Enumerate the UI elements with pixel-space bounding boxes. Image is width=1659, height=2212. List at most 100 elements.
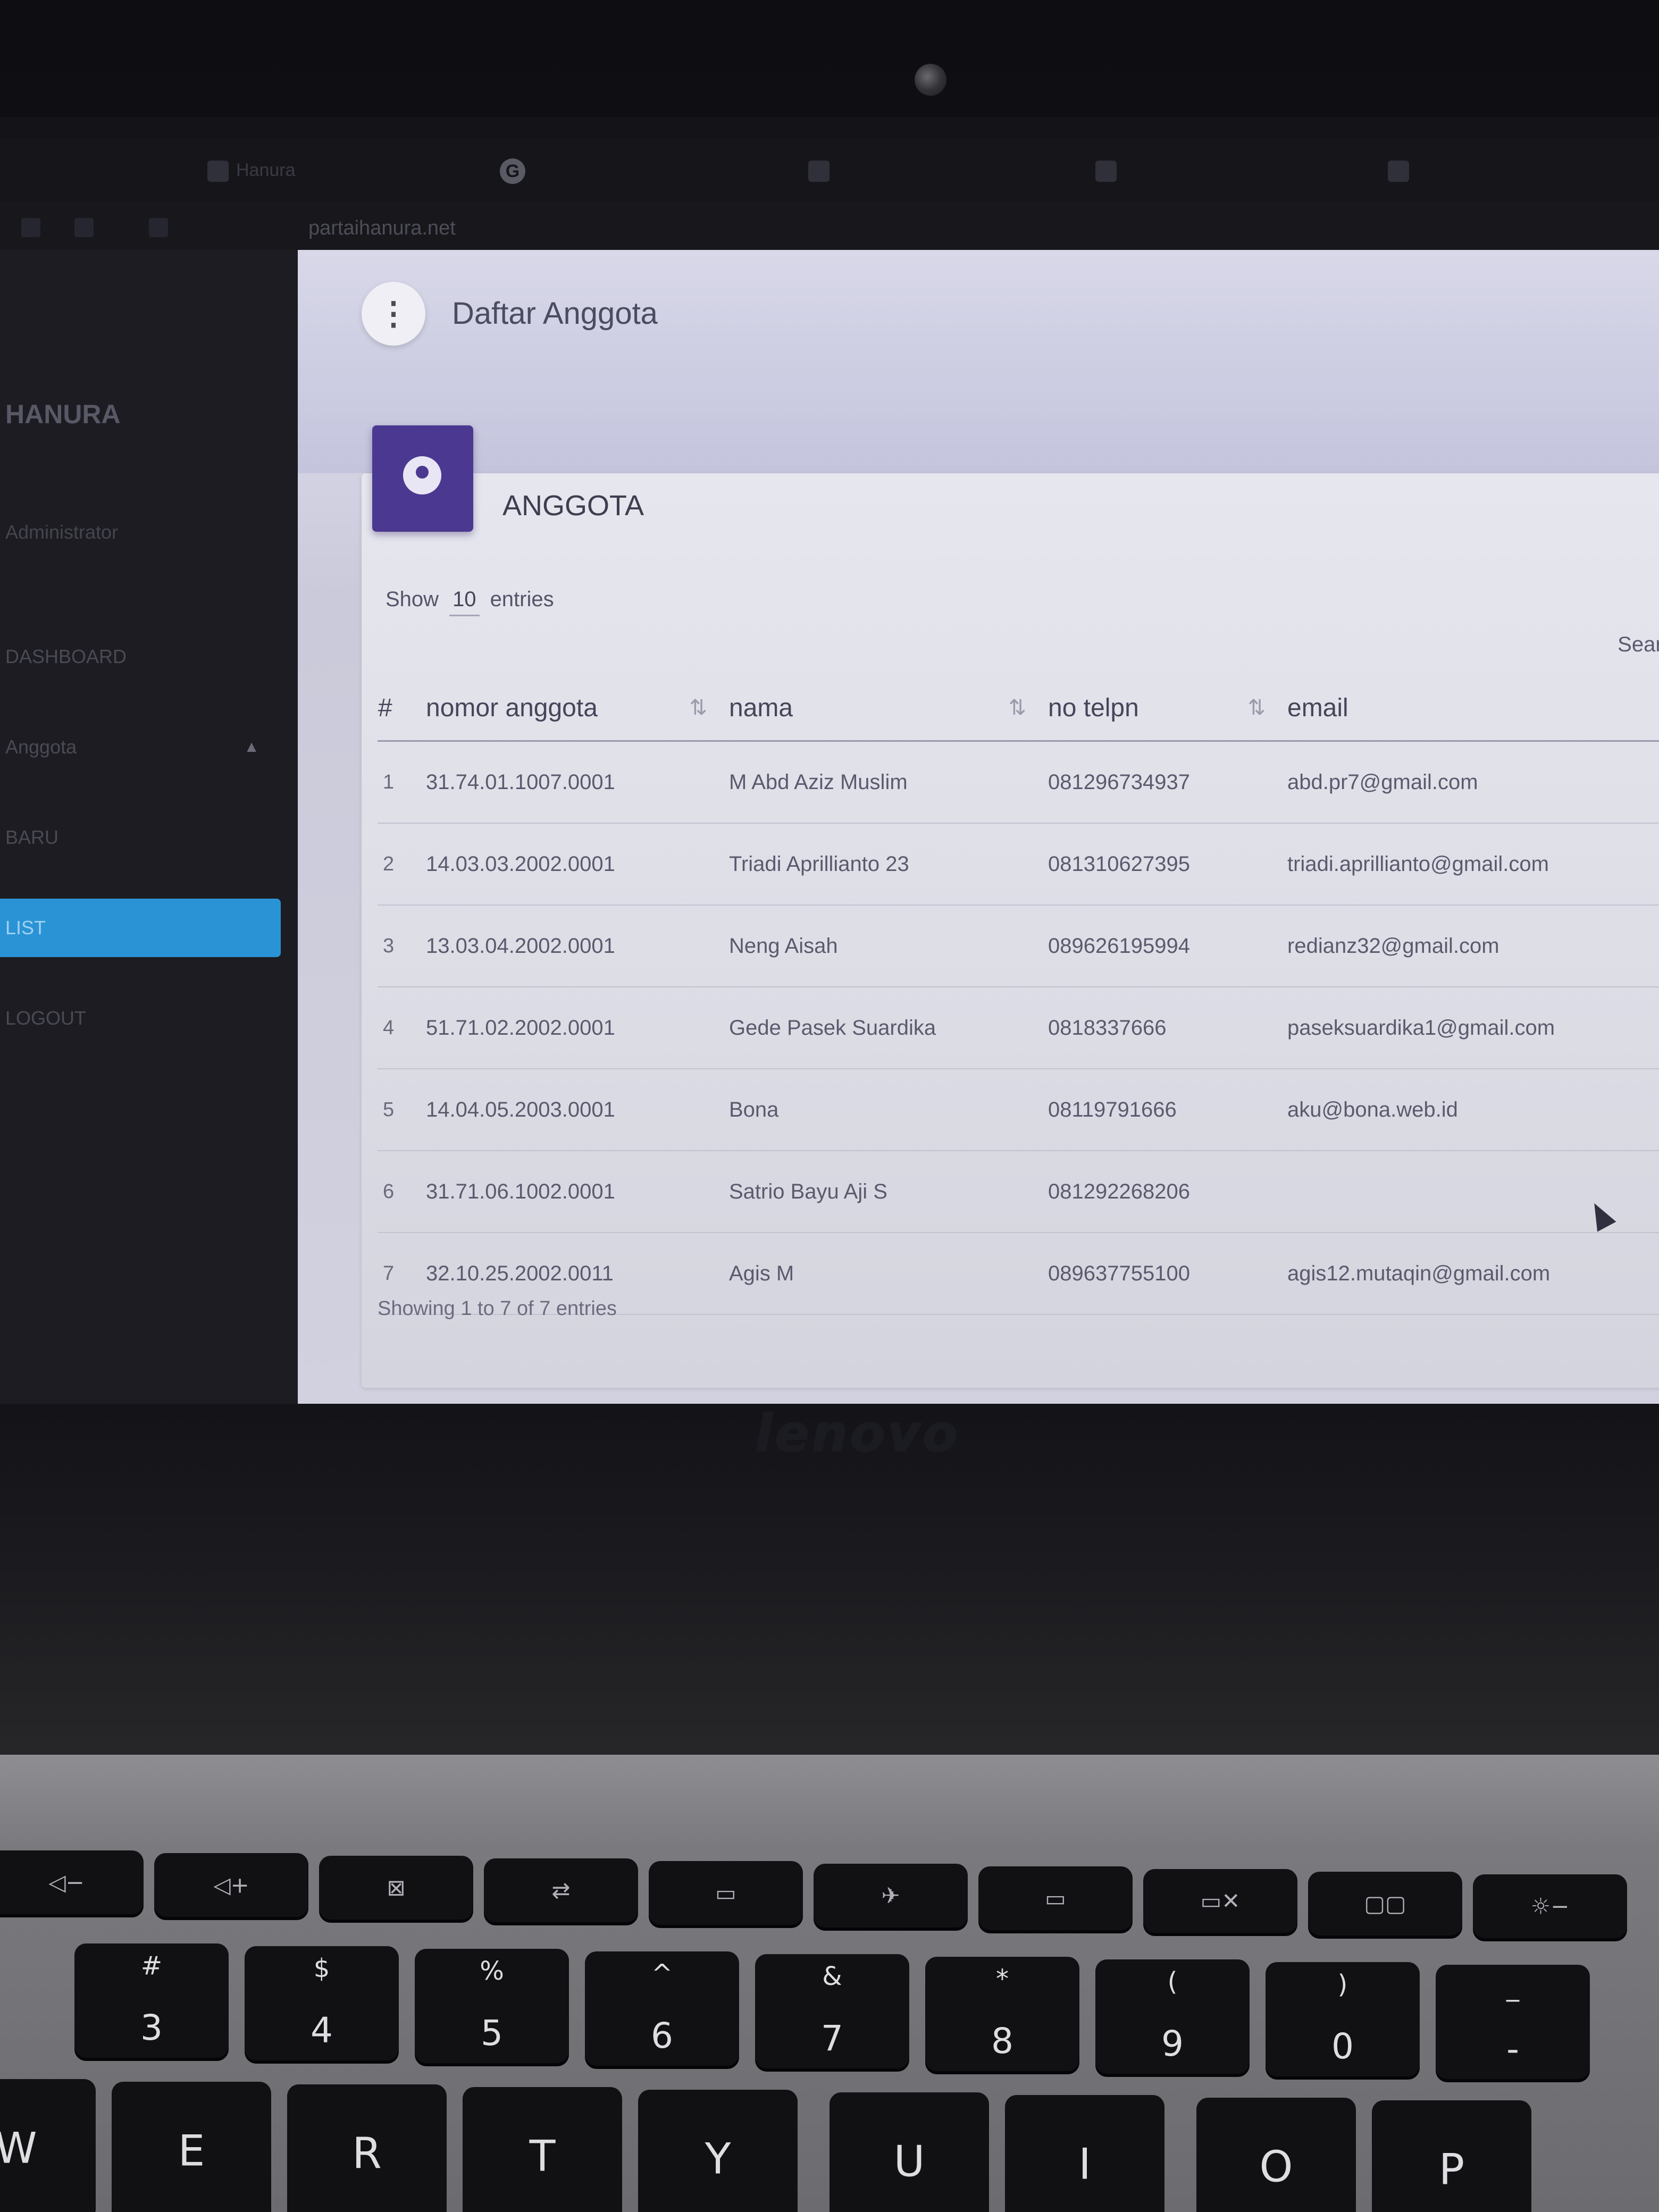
key-9[interactable]: (9 (1095, 1959, 1250, 2074)
key-o[interactable]: O (1196, 2098, 1356, 2212)
apps-icon[interactable] (74, 218, 94, 237)
key-label: ☼− (1530, 1893, 1570, 1920)
column-header-email[interactable]: email (1287, 675, 1659, 742)
card-title: ANGGOTA (502, 490, 644, 522)
key-projector[interactable]: ▢▢ (1308, 1872, 1462, 1936)
members-table: # nomor anggota ⇅ nama ⇅ no telpn ⇅ email 1… (378, 675, 1659, 1315)
key-5[interactable]: % 5 (415, 1949, 569, 2063)
key-volume-down[interactable]: ◁− (0, 1850, 144, 1914)
table-row[interactable]: 4 51.71.02.2002.0001 Gede Pasek Suardika… (378, 987, 1659, 1069)
key-label: ⇄ (551, 1877, 571, 1904)
back-icon[interactable] (21, 218, 40, 237)
key-6[interactable]: ^ 6 (585, 1951, 739, 2066)
cell-nama: Gede Pasek Suardika (728, 987, 1048, 1069)
cell-no-telpn: 081296734937 (1048, 741, 1287, 824)
sidebar-item-baru[interactable]: BARU (0, 808, 281, 867)
key-4[interactable]: $4 (245, 1946, 399, 2060)
key-7[interactable]: & 7 (755, 1954, 909, 2068)
table-row[interactable]: 5 14.04.05.2003.0001 Bona 08119791666 ak… (378, 1069, 1659, 1151)
key-label: 4 (311, 2010, 333, 2051)
sidebar-user-name[interactable]: Administrator (5, 521, 118, 543)
sidebar-brand[interactable]: HANURA (5, 399, 121, 430)
table-row[interactable]: 1 31.74.01.1007.0001 M Abd Aziz Muslim 0… (378, 741, 1659, 824)
browser-tab-label: Hanura (236, 160, 296, 180)
cell-email: agis12.mutaqin@gmail.com (1287, 1233, 1659, 1315)
key-shift-label: ) (1337, 1970, 1348, 1999)
keyboard: ◁− ◁+ ⊠ ⇄ ▭ ✈ ▭ ▭✕ ▢▢ ☼− #3 $4 % 5 ^ 6 & 7 … (0, 1755, 1659, 2212)
address-bar: partaihanura.net (0, 202, 1659, 255)
table-info: Showing 1 to 7 of 7 entries (378, 1297, 617, 1320)
column-header-nomor-anggota[interactable]: nomor anggota ⇅ (425, 675, 728, 742)
sidebar-item-anggota[interactable]: Anggota ▲ (0, 718, 281, 776)
browser-tab[interactable] (1095, 154, 1124, 186)
key-label: ◁− (48, 1869, 85, 1896)
show-entries: Show 10 entries (386, 588, 554, 616)
cell-index: 4 (378, 987, 425, 1069)
cell-index: 3 (378, 905, 425, 987)
key-screen-off[interactable]: ▭✕ (1143, 1869, 1297, 1933)
cell-email: triadi.aprillianto@gmail.com (1287, 823, 1659, 906)
table-row[interactable]: 6 31.71.06.1002.0001 Satrio Bayu Aji S 0… (378, 1151, 1659, 1233)
browser-tab[interactable] (808, 154, 837, 186)
entries-label: entries (490, 588, 554, 611)
page-length-select[interactable]: 10 (449, 588, 480, 616)
key-label: I (1078, 2139, 1091, 2189)
key-display[interactable]: ▭ (978, 1866, 1133, 1930)
key-shift-label: % (480, 1956, 504, 1986)
key-y[interactable]: Y (638, 2090, 798, 2212)
column-header-no-telpn[interactable]: no telpn ⇅ (1048, 675, 1287, 742)
key-airplane[interactable]: ✈ (814, 1864, 968, 1928)
cell-email: paseksuardika1@gmail.com (1287, 987, 1659, 1069)
cell-no-telpn: 08119791666 (1048, 1069, 1287, 1151)
cell-index: 5 (378, 1069, 425, 1151)
sidebar-item-dashboard[interactable]: DASHBOARD (0, 627, 281, 686)
column-header-nama[interactable]: nama ⇅ (728, 675, 1048, 742)
key-r[interactable]: R (287, 2084, 447, 2212)
key-3[interactable]: #3 (74, 1943, 229, 2058)
column-header-index[interactable]: # (378, 675, 425, 742)
key-label: ▭ (715, 1880, 736, 1906)
key-8[interactable]: * 8 (925, 1957, 1079, 2071)
browser-tab[interactable]: G (500, 154, 533, 186)
sidebar-item-logout[interactable]: LOGOUT (0, 989, 281, 1048)
browser-tab[interactable]: Hanura (207, 154, 296, 186)
key-i[interactable]: I (1005, 2095, 1164, 2212)
key-label: Y (705, 2134, 731, 2184)
key-label: ◁+ (213, 1872, 249, 1898)
key-refresh[interactable]: ⇄ (484, 1858, 638, 1922)
show-label: Show (386, 588, 439, 611)
key-shift-label: # (140, 1951, 163, 1981)
key-label: 8 (991, 2021, 1013, 2062)
key-label: 5 (481, 2013, 503, 2054)
key-shift-label: _ (1506, 1972, 1519, 2002)
key-p[interactable]: P (1372, 2100, 1531, 2212)
card-icon-box (372, 425, 473, 532)
key-e[interactable]: E (112, 2082, 271, 2212)
table-row[interactable]: 3 13.03.04.2002.0001 Neng Aisah 08962619… (378, 905, 1659, 987)
key-minus[interactable]: _ - (1436, 1965, 1590, 2079)
key-volume-up[interactable]: ◁+ (154, 1853, 308, 1917)
key-label: 6 (651, 2015, 673, 2056)
url-field[interactable]: partaihanura.net (308, 217, 456, 240)
cell-nomor-anggota: 31.71.06.1002.0001 (425, 1151, 728, 1233)
cell-email: abd.pr7@gmail.com (1287, 741, 1659, 824)
browser-tab[interactable] (1388, 154, 1417, 186)
key-0[interactable]: ) 0 (1266, 1962, 1420, 2076)
table-row[interactable]: 2 14.03.03.2002.0001 Triadi Aprillianto … (378, 823, 1659, 906)
key-label: ⊠ (387, 1874, 406, 1901)
more-vertical-icon[interactable]: ⋮ (362, 282, 425, 346)
key-u[interactable]: U (830, 2092, 989, 2212)
column-header-label: email (1287, 693, 1348, 722)
key-w[interactable]: W (0, 2079, 96, 2212)
key-t[interactable]: T (463, 2087, 622, 2212)
cell-email: aku@bona.web.id (1287, 1069, 1659, 1151)
cell-index: 6 (378, 1151, 425, 1233)
key-touchpad[interactable]: ▭ (649, 1861, 803, 1925)
key-mic-mute[interactable]: ⊠ (319, 1856, 473, 1920)
key-shift-label: & (822, 1962, 842, 1991)
cell-nomor-anggota: 31.74.01.1007.0001 (425, 741, 728, 824)
key-brightness-down[interactable]: ☼− (1473, 1874, 1627, 1938)
sidebar-item-list[interactable]: LIST (0, 899, 281, 957)
key-label: 3 (140, 2007, 163, 2048)
photo-scene: Hanura G partaihanura.net HANURA Adminis… (0, 0, 1659, 2212)
